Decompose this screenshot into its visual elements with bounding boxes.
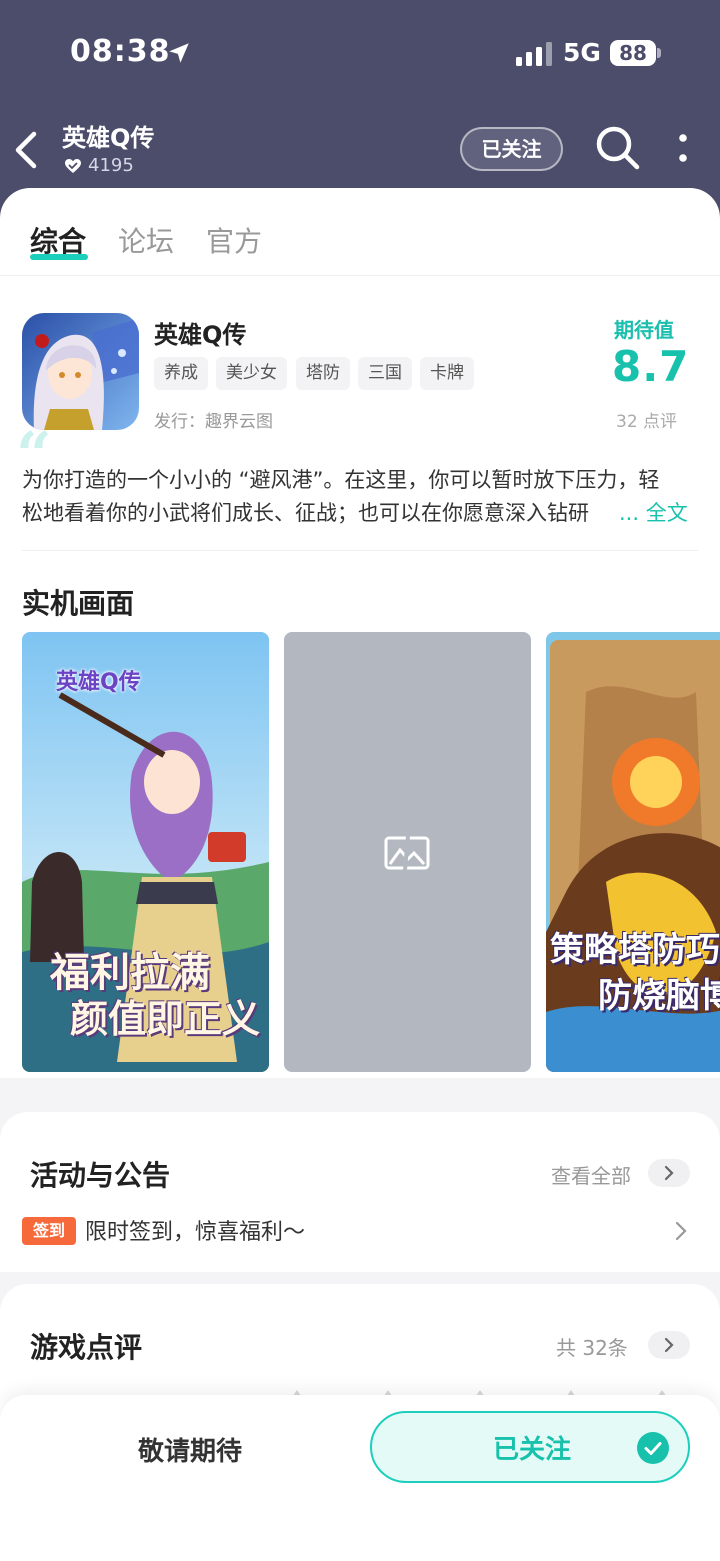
battery-tip	[657, 48, 661, 58]
screenshot-1[interactable]: 英雄Q传 福利拉满 颜值即正义	[22, 632, 269, 1072]
divider	[22, 550, 698, 551]
network-label: 5G	[563, 38, 601, 67]
image-placeholder-icon	[384, 835, 430, 871]
screenshot-caption: 颜值即正义	[70, 997, 261, 1041]
tab-official[interactable]: 官方	[206, 220, 262, 260]
status-time: 08:38	[70, 34, 171, 69]
game-icon[interactable]	[22, 313, 139, 430]
view-all-link[interactable]: 查看全部	[551, 1160, 631, 1189]
nav-follow-button[interactable]: 已关注	[460, 127, 563, 171]
reviews-title: 游戏点评	[30, 1331, 143, 1364]
activity-item[interactable]: 限时签到，惊喜福利～	[85, 1214, 305, 1246]
screenshot-logo-text: 英雄Q传	[56, 670, 141, 695]
review-total[interactable]: 共 32条	[556, 1332, 628, 1361]
description-line: 松地看着你的小武将们成长、征战；也可以在你愿意深入钻研	[22, 501, 589, 525]
back-arrow-icon[interactable]	[10, 128, 40, 172]
bottom-action-bar: 敬请期待 已关注	[0, 1395, 720, 1561]
active-tab-indicator	[30, 254, 88, 260]
game-tag[interactable]: 三国	[358, 357, 412, 390]
status-bar: 08:38 5G 88	[0, 0, 720, 100]
game-tag[interactable]: 塔防	[296, 357, 350, 390]
description-line: 为你打造的一个小小的 “避风港”。在这里，你可以暂时放下压力，轻	[22, 468, 660, 492]
chevron-right-icon	[664, 1165, 674, 1181]
review-count[interactable]: 32 点评	[616, 407, 677, 432]
activities-card: 活动与公告 查看全部 签到 限时签到，惊喜福利～	[0, 1112, 720, 1272]
signin-badge: 签到	[22, 1217, 76, 1245]
chevron-right-icon	[664, 1337, 674, 1353]
check-icon	[637, 1432, 669, 1464]
game-tag[interactable]: 美少女	[216, 357, 287, 390]
battery-icon: 88	[610, 40, 656, 66]
publisher[interactable]: 发行：趣界云图	[154, 407, 273, 432]
followed-button[interactable]: 已关注	[370, 1411, 690, 1483]
signal-icon	[516, 42, 552, 66]
screenshot-2-loading[interactable]	[284, 632, 531, 1072]
heart-icon	[65, 159, 81, 173]
search-icon[interactable]	[594, 124, 642, 172]
tab-bar: 综合 论坛 官方	[0, 188, 720, 276]
nav-bar: 英雄Q传 4195 已关注	[0, 100, 720, 190]
screenshots-title: 实机画面	[22, 587, 135, 620]
screenshot-caption: 防烧脑博	[598, 976, 720, 1016]
more-icon[interactable]	[676, 132, 690, 166]
follower-count: 4195	[88, 155, 134, 176]
chevron-right-icon[interactable]	[674, 1220, 688, 1242]
game-description[interactable]: 为你打造的一个小小的 “避风港”。在这里，你可以暂时放下压力，轻 松地看着你的小…	[22, 464, 698, 530]
activities-title: 活动与公告	[30, 1159, 171, 1192]
screenshot-caption: 策略塔防巧	[550, 930, 720, 970]
expect-label: 期待值	[614, 318, 674, 342]
screenshot-3[interactable]: 策略塔防巧 防烧脑博	[546, 632, 720, 1072]
coming-soon-label[interactable]: 敬请期待	[0, 1431, 380, 1468]
game-tag[interactable]: 养成	[154, 357, 208, 390]
reviews-more-button[interactable]	[648, 1331, 690, 1359]
view-all-button[interactable]	[648, 1159, 690, 1187]
read-more-link[interactable]: ... 全文	[617, 497, 688, 530]
tab-forum[interactable]: 论坛	[118, 220, 174, 260]
expect-score: 8.7	[612, 342, 690, 391]
main-content: 综合 论坛 官方 英雄Q传 养成 美少女 塔防 三国 卡牌 发行：趣界云图 期待…	[0, 188, 720, 1078]
nav-title: 英雄Q传	[62, 124, 155, 152]
game-tag[interactable]: 卡牌	[420, 357, 474, 390]
game-title: 英雄Q传	[154, 321, 247, 349]
location-arrow-icon	[169, 43, 189, 63]
